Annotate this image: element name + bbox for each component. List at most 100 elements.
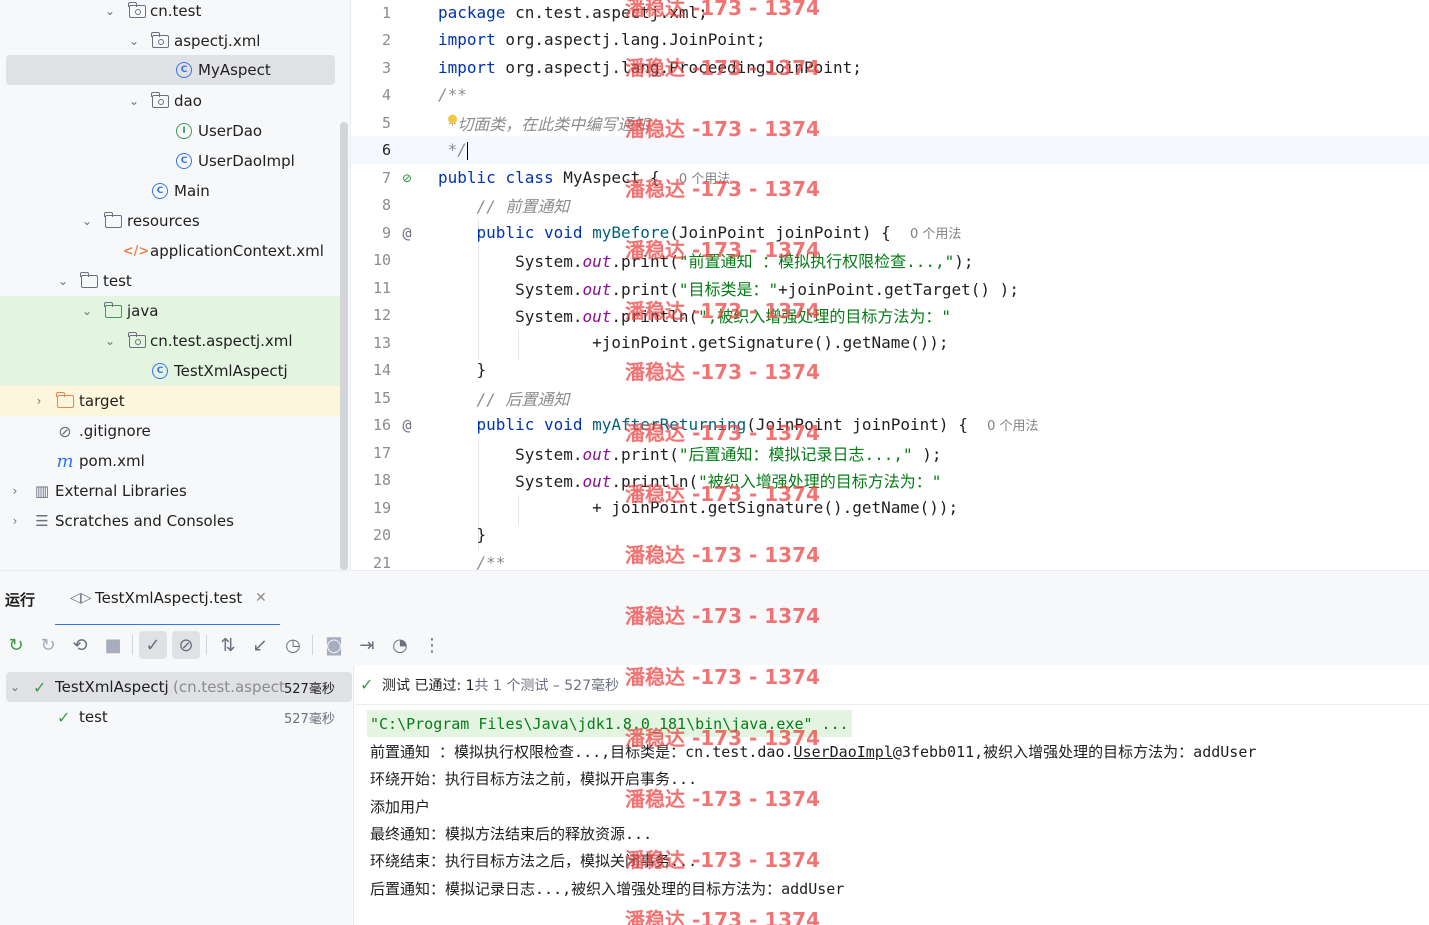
code-line[interactable]: 1 package cn.test.aspectj.xml; [351,0,1429,27]
rerun-icon[interactable]: ↻ [2,631,30,659]
usage-hint[interactable]: 0 个用法 [987,419,1038,434]
screenshot-icon[interactable]: ◙ [320,631,348,659]
close-icon[interactable]: ✕ [255,590,267,606]
show-passed-icon[interactable]: ✓ [139,631,167,659]
console-command-line[interactable]: "C:\Program Files\Java\jdk1.8.0_181\bin\… [367,710,852,737]
chevron-right-icon[interactable]: › [9,484,21,498]
status-suffix: 共 1 个测试 – 527毫秒 [474,677,619,694]
code-line[interactable]: 20 } [351,521,1429,549]
tree-item-label: test [103,272,132,290]
code-line[interactable]: 12 System.out.println(",被织入增强处理的目标方法为：" [351,301,1429,329]
tree-item-myaspect[interactable]: C MyAspect [6,55,335,85]
rerun-failed-icon[interactable]: ↻ [34,631,62,659]
tree-item-cn-test-aspectj-xml[interactable]: ⌄ cn.test.aspectj.xml [0,326,340,356]
tree-item-applicationcontext[interactable]: </> applicationContext.xml [0,236,340,266]
chevron-down-icon[interactable]: ⌄ [128,94,140,108]
code-editor[interactable]: 1 package cn.test.aspectj.xml; 2 import … [350,0,1429,570]
code-line[interactable]: 4 /** [351,81,1429,109]
import-tests-icon[interactable]: ⇥ [353,631,381,659]
code-line[interactable]: 18 System.out.println("被织入增强处理的目标方法为：" [351,466,1429,494]
tree-item-userdaoimpl[interactable]: C UserDaoImpl [0,146,340,176]
tree-item-label: cn.test [150,2,202,20]
tree-item-pom[interactable]: m pom.xml [0,446,340,476]
tree-item-userdao[interactable]: I UserDao [0,116,340,146]
tree-item-gitignore[interactable]: ⊘ .gitignore [0,416,340,446]
tree-item-label: dao [174,92,202,110]
code-line[interactable]: 9 @ public void myBefore(JoinPoint joinP… [351,219,1429,247]
code-line[interactable]: 15 // 后置通知 [351,384,1429,412]
passed-check-icon: ✓ [57,707,71,727]
tree-item-testxmlaspectj[interactable]: C TestXmlAspectj [0,356,340,386]
code-line-current[interactable]: 6 */ [351,136,1429,164]
toggle-auto-test-icon[interactable]: ⟲ [66,631,94,659]
run-config-tab[interactable]: ◁▷ TestXmlAspectj.test ✕ [55,571,280,626]
project-scrollbar[interactable] [340,122,348,570]
run-tool-window-header: 运行 ◁▷ TestXmlAspectj.test ✕ [0,570,1429,626]
show-ignored-icon[interactable]: ⊘ [172,631,200,659]
tree-item-java[interactable]: ⌄ java [0,296,340,326]
stop-icon[interactable]: ■ [99,631,127,659]
tree-item-label: applicationContext.xml [150,242,324,260]
tree-item-main[interactable]: C Main [0,176,340,206]
collapse-icon[interactable]: ↙ [246,631,274,659]
project-tree: ⌄ cn.test ⌄ aspectj.xml C MyAspect ⌄ dao… [0,0,350,570]
chevron-down-icon[interactable]: ⌄ [10,680,20,694]
console-output[interactable]: ✓ 测试 已通过: 1共 1 个测试 – 527毫秒 "C:\Program F… [355,665,1429,925]
tree-item-target[interactable]: › target [0,386,340,416]
code-line[interactable]: 13 +joinPoint.getSignature().getName()); [351,329,1429,357]
line-number: 13 [372,333,391,352]
annotation-gutter-icon[interactable]: @ [398,416,416,434]
chevron-right-icon[interactable]: › [33,394,45,408]
code-line[interactable]: 3 import org.aspectj.lang.ProceedingJoin… [351,54,1429,82]
sort-icon[interactable]: ⇅ [214,631,242,659]
code-line[interactable]: 19 + joinPoint.getSignature().getName())… [351,494,1429,522]
history-icon[interactable]: ◷ [279,631,307,659]
chevron-down-icon[interactable]: ⌄ [57,274,69,288]
tree-item-label: TestXmlAspectj [174,362,288,380]
code-line[interactable]: 2 import org.aspectj.lang.JoinPoint; [351,26,1429,54]
run-toolbar: ↻ ↻ ⟲ ■ ✓ ⊘ ⇅ ↙ ◷ ◙ ⇥ ◔ ⋮ [0,625,1429,665]
line-number: 10 [372,250,391,269]
console-line: 后置通知：模拟记录日志...,被织入增强处理的目标方法为：addUser [370,880,845,898]
chevron-down-icon[interactable]: ⌄ [104,4,116,18]
code-line[interactable]: 7 ⊘ public class MyAspect { 0 个用法 [351,164,1429,192]
tree-item-label: .gitignore [79,422,151,440]
chevron-down-icon[interactable]: ⌄ [81,304,93,318]
tree-item-label: External Libraries [55,482,187,500]
test-duration: 527毫秒 [284,681,335,697]
tree-item-external-libraries[interactable]: › ▥ External Libraries [0,476,340,506]
annotation-gutter-icon[interactable]: @ [398,224,416,242]
status-count: 1 [465,677,475,694]
code-line[interactable]: 10 System.out.print("前置通知 ：模拟执行权限检查...,"… [351,246,1429,274]
code-line[interactable]: 11 System.out.print("目标类是："+joinPoint.ge… [351,274,1429,302]
code-line[interactable]: 5 *切面类，在此类中编写通知 ● [351,109,1429,137]
tree-item-resources[interactable]: ⌄ resources [0,206,340,236]
coverage-icon[interactable]: ◔ [386,631,414,659]
code-line[interactable]: 17 System.out.print("后置通知：模拟记录日志...," ); [351,439,1429,467]
tree-item-scratches[interactable]: › ☰ Scratches and Consoles [0,506,340,536]
line-number: 20 [372,525,391,544]
code-line[interactable]: 8 // 前置通知 [351,191,1429,219]
test-row-method[interactable]: ✓ test 527毫秒 [6,702,352,732]
console-link[interactable]: UserDaoImpl [794,743,893,761]
lightbulb-icon[interactable]: ● [448,109,457,127]
usage-hint[interactable]: 0 个用法 [679,172,730,187]
code-line[interactable]: 14 } [351,356,1429,384]
chevron-right-icon[interactable]: › [9,514,21,528]
chevron-down-icon[interactable]: ⌄ [81,214,93,228]
usage-hint[interactable]: 0 个用法 [910,227,961,242]
tree-item-cn-test[interactable]: ⌄ cn.test [0,0,340,26]
tree-item-dao[interactable]: ⌄ dao [0,86,340,116]
chevron-down-icon[interactable]: ⌄ [128,34,140,48]
more-icon[interactable]: ⋮ [418,631,446,659]
code-line[interactable]: 16 @ public void myAfterReturning(JoinPo… [351,411,1429,439]
code-line[interactable]: 21 /** [351,549,1429,570]
tree-item-test[interactable]: ⌄ test [0,266,340,296]
text-caret [466,141,469,160]
aspect-gutter-icon[interactable]: ⊘ [398,169,416,187]
line-number: 8 [381,195,391,214]
chevron-down-icon[interactable]: ⌄ [104,334,116,348]
passed-check-icon: ✓ [360,675,374,694]
test-row-root[interactable]: ⌄ ✓ TestXmlAspectj (cn.test.aspect 527毫秒 [6,672,352,702]
tree-item-aspectj-xml[interactable]: ⌄ aspectj.xml [0,26,340,56]
